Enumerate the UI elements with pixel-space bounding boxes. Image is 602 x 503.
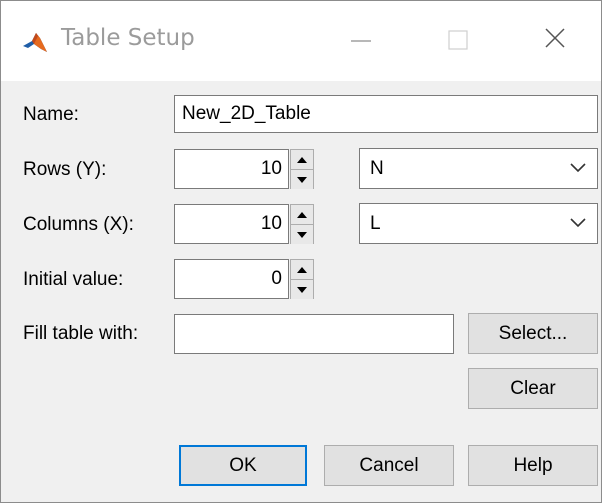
rows-value[interactable]: 10	[174, 149, 289, 189]
minimize-icon	[351, 40, 371, 42]
fill-table-label: Fill table with:	[23, 323, 139, 344]
cancel-button[interactable]: Cancel	[324, 445, 454, 486]
columns-label: Columns (X):	[23, 214, 134, 235]
chevron-down-icon	[570, 218, 586, 228]
rows-spinner	[290, 149, 314, 189]
columns-decrement-button[interactable]	[291, 225, 313, 244]
rows-axis-value: N	[370, 158, 384, 179]
window-title: Table Setup	[61, 25, 195, 51]
rows-decrement-button[interactable]	[291, 170, 313, 189]
columns-value[interactable]: 10	[174, 204, 289, 244]
close-icon	[545, 28, 565, 48]
help-button[interactable]: Help	[468, 445, 598, 486]
clear-button[interactable]: Clear	[468, 368, 598, 409]
arrow-up-icon	[297, 266, 307, 273]
arrow-down-icon	[297, 231, 307, 238]
minimize-button[interactable]	[313, 1, 409, 81]
columns-spinner	[290, 204, 314, 244]
maximize-icon	[448, 30, 468, 50]
dialog-content: Name: New_2D_Table Rows (Y): 10 N Column…	[1, 81, 601, 502]
rows-axis-select[interactable]: N	[359, 148, 598, 189]
initial-value-value[interactable]: 0	[174, 259, 289, 299]
columns-axis-select[interactable]: L	[359, 203, 598, 244]
columns-axis-value: L	[370, 213, 381, 234]
initial-value-increment-button[interactable]	[291, 260, 313, 280]
table-setup-dialog: Table Setup Name: New_2D_Table Rows (Y):…	[0, 0, 602, 503]
name-input[interactable]: New_2D_Table	[174, 95, 598, 133]
chevron-down-icon	[570, 163, 586, 173]
name-label: Name:	[23, 104, 79, 125]
arrow-up-icon	[297, 156, 307, 163]
initial-value-decrement-button[interactable]	[291, 280, 313, 299]
rows-increment-button[interactable]	[291, 150, 313, 170]
initial-value-spinner	[290, 259, 314, 299]
ok-button[interactable]: OK	[179, 445, 307, 486]
select-button[interactable]: Select...	[468, 313, 598, 354]
matlab-icon	[21, 27, 49, 55]
arrow-down-icon	[297, 286, 307, 293]
arrow-down-icon	[297, 176, 307, 183]
maximize-button[interactable]	[409, 1, 505, 81]
fill-table-input[interactable]	[174, 314, 454, 354]
columns-increment-button[interactable]	[291, 205, 313, 225]
close-button[interactable]	[505, 1, 601, 81]
rows-label: Rows (Y):	[23, 159, 107, 180]
arrow-up-icon	[297, 211, 307, 218]
initial-value-label: Initial value:	[23, 269, 124, 290]
title-bar: Table Setup	[1, 1, 601, 81]
